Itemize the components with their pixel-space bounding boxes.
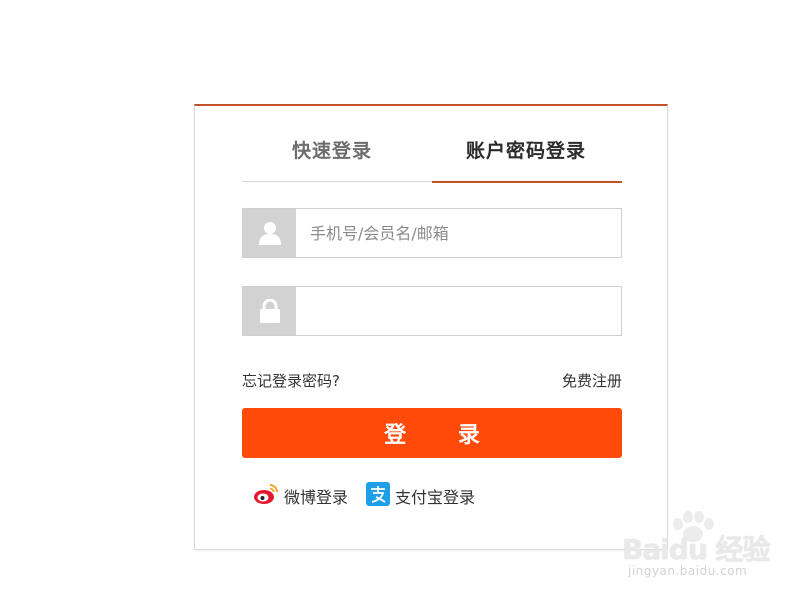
forgot-password-link[interactable]: 忘记登录密码?	[242, 370, 340, 391]
register-link[interactable]: 免费注册	[562, 370, 622, 391]
weibo-login[interactable]: 微博登录	[253, 483, 348, 509]
username-field	[242, 208, 622, 258]
login-panel: 快速登录 账户密码登录 忘记登录密码?	[194, 104, 668, 550]
tab-quick-login[interactable]: 快速登录	[292, 136, 372, 182]
weibo-login-label: 微博登录	[284, 488, 349, 507]
active-tab-indicator	[432, 181, 622, 183]
weibo-icon	[253, 483, 279, 509]
lock-icon	[243, 287, 296, 335]
login-tabs: 快速登录 账户密码登录	[242, 106, 622, 183]
paw-icon	[673, 511, 714, 542]
password-input[interactable]	[296, 287, 621, 335]
alipay-login[interactable]: 支付宝登录	[366, 482, 475, 510]
watermark-url: jingyan.baidu.com	[628, 564, 748, 578]
alipay-icon	[366, 482, 391, 510]
login-button[interactable]: 登 录	[242, 408, 622, 458]
tab-password-login[interactable]: 账户密码登录	[430, 136, 622, 182]
password-field	[242, 286, 622, 336]
username-input[interactable]	[296, 209, 621, 257]
auth-links: 忘记登录密码? 免费注册	[242, 370, 622, 392]
alipay-login-label: 支付宝登录	[395, 488, 476, 507]
page: 快速登录 账户密码登录 忘记登录密码?	[0, 0, 800, 600]
social-login-row: 微博登录 支付宝登录	[253, 482, 493, 510]
user-icon	[243, 209, 296, 257]
